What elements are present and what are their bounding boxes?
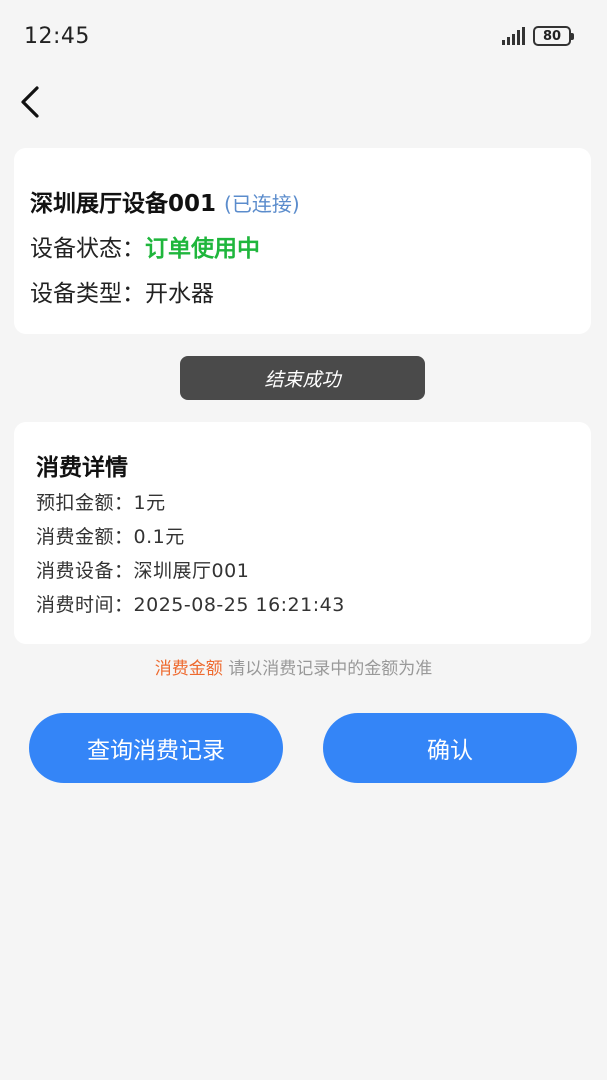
detail-label: 消费金额： — [36, 526, 134, 548]
view-records-button[interactable]: 查询消费记录 — [29, 713, 283, 783]
device-type-row: 设备类型： 开水器 — [30, 274, 591, 307]
device-status-value: 订单使用中 — [145, 236, 260, 262]
consumption-detail-card: 消费详情 预扣金额：1元 消费金额：0.1元 消费设备：深圳展厅001 消费时间… — [14, 422, 591, 644]
device-name: 深圳展厅设备001 — [30, 191, 217, 217]
detail-row-time: 消费时间：2025-08-25 16:21:43 — [36, 590, 591, 616]
device-status-row: 设备状态： 订单使用中 — [30, 229, 591, 262]
device-status-label: 设备状态： — [30, 236, 145, 262]
detail-value: 0.1元 — [133, 526, 185, 548]
detail-label: 预扣金额： — [36, 492, 134, 514]
status-bar: 12:45 80 — [0, 0, 607, 76]
amount-notice: 消费金额 请以消费记录中的金额为准 — [0, 654, 587, 679]
device-name-row: 深圳展厅设备001 (已连接) — [30, 184, 591, 217]
chevron-left-icon — [21, 86, 39, 118]
detail-value: 2025-08-25 16:21:43 — [133, 594, 345, 616]
back-button[interactable] — [10, 82, 50, 122]
confirm-button[interactable]: 确认 — [323, 713, 577, 783]
battery-icon: 80 — [533, 26, 574, 46]
detail-label: 消费时间： — [36, 594, 134, 616]
toast-message: 结束成功 — [180, 356, 425, 400]
signal-icon — [502, 27, 525, 45]
device-info-card: 深圳展厅设备001 (已连接) 设备状态： 订单使用中 设备类型： 开水器 — [14, 148, 591, 334]
detail-row-device: 消费设备：深圳展厅001 — [36, 556, 591, 582]
battery-level: 80 — [542, 28, 562, 44]
detail-row-amount: 消费金额：0.1元 — [36, 522, 591, 548]
detail-row-prepaid: 预扣金额：1元 — [36, 488, 591, 514]
notice-highlight: 消费金额 — [154, 659, 223, 679]
connection-status: (已连接) — [224, 192, 300, 216]
detail-label: 消费设备： — [36, 560, 134, 582]
status-time: 12:45 — [24, 24, 90, 49]
device-type-label: 设备类型： — [30, 281, 145, 307]
device-type-value: 开水器 — [145, 281, 214, 307]
consumption-title: 消费详情 — [36, 455, 128, 481]
detail-value: 1元 — [133, 492, 166, 514]
detail-value: 深圳展厅001 — [133, 560, 250, 582]
status-icons: 80 — [501, 26, 574, 46]
notice-text: 请以消费记录中的金额为准 — [222, 659, 433, 679]
